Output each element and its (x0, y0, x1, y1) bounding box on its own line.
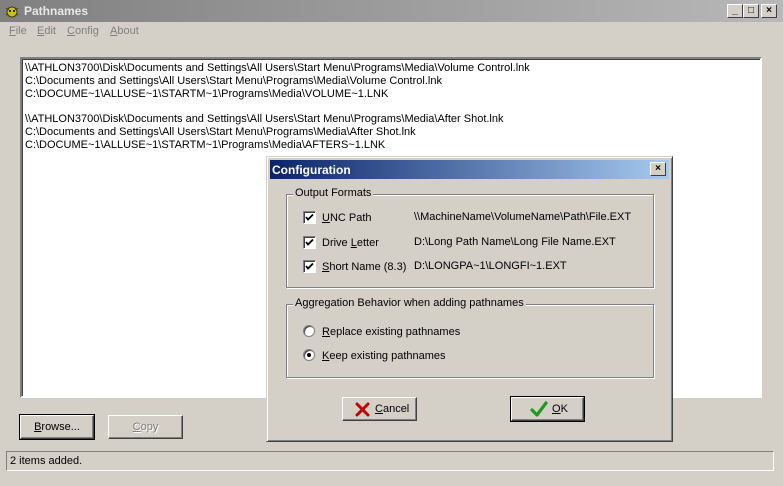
red-x-icon (355, 402, 370, 417)
drive-letter-option[interactable]: Drive Letter D:\Long Path Name\Long File… (287, 235, 653, 251)
browse-button[interactable]: Browse... (19, 414, 95, 440)
drive-letter-example: D:\Long Path Name\Long File Name.EXT (414, 236, 616, 248)
menu-file-key: F (9, 25, 16, 37)
cancel-rest: ancel (382, 403, 410, 415)
replace-option[interactable]: Replace existing pathnames (287, 324, 653, 340)
menu-file[interactable]: File (9, 25, 27, 37)
output-formats-legend: Output Formats (293, 187, 374, 199)
window-titlebar[interactable]: Pathnames _ □ × (0, 0, 783, 22)
drive-letter-checkbox[interactable] (303, 236, 316, 249)
unc-path-option[interactable]: UNC Path \\MachineName\VolumeName\Path\F… (287, 210, 653, 226)
list-item[interactable]: \\ATHLON3700\Disk\Documents and Settings… (25, 62, 757, 75)
check-icon (305, 262, 314, 270)
cancel-label: Cancel (375, 403, 409, 415)
short-name-rest: hort Name (8.3) (329, 261, 407, 273)
close-button[interactable]: × (761, 4, 777, 18)
menu-config-label: onfig (74, 25, 99, 37)
unc-path-key: U (322, 212, 330, 224)
drive-letter-pre: Drive (322, 237, 351, 249)
replace-label: Replace existing pathnames (322, 326, 460, 338)
menu-edit[interactable]: Edit (37, 25, 56, 37)
browse-label: rowse... (41, 421, 80, 433)
maximize-button[interactable]: □ (743, 4, 759, 18)
dialog-titlebar[interactable]: Configuration × (270, 160, 669, 179)
menu-bar: File Edit Config About (0, 22, 783, 42)
menu-file-label: ile (15, 25, 27, 37)
unc-path-checkbox[interactable] (303, 211, 316, 224)
replace-key: R (322, 326, 330, 338)
drive-letter-label: Drive Letter (322, 237, 379, 249)
ok-label: OK (552, 403, 568, 415)
check-icon (305, 238, 314, 246)
bug-icon (5, 6, 19, 18)
replace-radio[interactable] (303, 325, 315, 337)
copy-key: C (132, 421, 141, 433)
menu-about[interactable]: About (110, 25, 139, 37)
keep-radio[interactable] (303, 349, 315, 361)
ok-rest: K (560, 403, 568, 415)
window-title: Pathnames (24, 4, 89, 18)
list-item[interactable]: \\ATHLON3700\Disk\Documents and Settings… (25, 113, 757, 126)
keep-option[interactable]: Keep existing pathnames (287, 348, 653, 364)
menu-config-key: C (67, 25, 75, 37)
green-check-icon (530, 401, 548, 417)
list-item[interactable]: C:\Documents and Settings\All Users\Star… (25, 75, 757, 88)
short-name-label: Short Name (8.3) (322, 261, 406, 273)
menu-about-label: bout (117, 25, 139, 37)
short-name-checkbox[interactable] (303, 260, 316, 273)
aggregation-legend: Aggregation Behavior when adding pathnam… (293, 297, 526, 309)
dialog-title: Configuration (272, 163, 351, 177)
radio-dot (307, 353, 311, 357)
list-gap (25, 100, 757, 113)
list-item[interactable]: C:\DOCUME~1\ALLUSE~1\STARTM~1\Programs\M… (25, 88, 757, 101)
check-icon (305, 213, 314, 221)
unc-path-label: UNC Path (322, 212, 372, 224)
unc-path-example: \\MachineName\VolumeName\Path\File.EXT (414, 211, 632, 223)
short-name-option[interactable]: Short Name (8.3) D:\LONGPA~1\LONGFI~1.EX… (287, 259, 653, 275)
configuration-dialog: Configuration × Output Formats UNC Path … (266, 156, 673, 442)
list-item[interactable]: C:\DOCUME~1\ALLUSE~1\STARTM~1\Programs\M… (25, 139, 757, 152)
list-item[interactable]: C:\Documents and Settings\All Users\Star… (25, 126, 757, 139)
minimize-button[interactable]: _ (727, 4, 743, 18)
status-bar: 2 items added. (6, 451, 774, 471)
cancel-button[interactable]: Cancel (342, 397, 417, 421)
replace-rest: eplace existing pathnames (329, 326, 461, 338)
copy-label: opy (140, 421, 159, 433)
dialog-close-button[interactable]: × (650, 162, 666, 176)
short-name-example: D:\LONGPA~1\LONGFI~1.EXT (414, 260, 567, 272)
ok-key: O (552, 403, 561, 415)
drive-letter-rest: etter (356, 237, 379, 249)
ok-button[interactable]: OK (510, 396, 585, 422)
menu-edit-label: dit (44, 25, 56, 37)
copy-button[interactable]: Copy (108, 415, 183, 439)
keep-rest: eep existing pathnames (329, 350, 446, 362)
unc-path-rest: NC Path (329, 212, 372, 224)
output-formats-group: Output Formats UNC Path \\MachineName\Vo… (286, 187, 654, 288)
cancel-key: C (375, 403, 383, 415)
aggregation-group: Aggregation Behavior when adding pathnam… (286, 297, 654, 378)
keep-label: Keep existing pathnames (322, 350, 446, 362)
menu-config[interactable]: Config (67, 25, 99, 37)
